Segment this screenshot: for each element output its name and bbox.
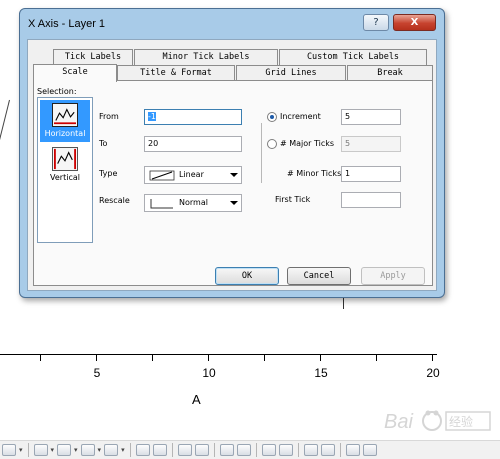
align-left-icon[interactable]	[135, 444, 150, 456]
plot-data-line	[0, 99, 10, 151]
first-tick-field[interactable]	[341, 192, 401, 208]
toolbar-pattern-button[interactable]	[57, 444, 72, 456]
selection-item-horizontal[interactable]: Horizontal	[40, 100, 90, 142]
toolbar-separator	[129, 443, 131, 457]
x-axis-line	[0, 354, 437, 355]
x-axis-tick-5	[96, 354, 97, 361]
chevron-down-icon[interactable]: ▾	[19, 446, 23, 454]
to-field[interactable]: 20	[144, 136, 242, 152]
distribute-horizontal-icon[interactable]	[261, 444, 276, 456]
dialog-titlebar[interactable]: X Axis - Layer 1 ? X	[20, 9, 444, 39]
first-tick-label: First Tick	[275, 195, 311, 204]
minor-ticks-field[interactable]: 1	[341, 166, 401, 182]
help-button[interactable]: ?	[363, 14, 389, 31]
svg-text:经验: 经验	[449, 414, 473, 429]
dialog-client-area: Tick Labels Minor Tick Labels Custom Tic…	[27, 39, 437, 291]
from-label: From	[99, 112, 119, 121]
svg-text:Bai: Bai	[384, 411, 413, 433]
toolbar-separator	[171, 443, 173, 457]
toolbar-separator	[339, 443, 341, 457]
linear-scale-icon	[149, 170, 175, 181]
align-top-icon[interactable]	[177, 444, 192, 456]
chevron-down-icon[interactable]: ▾	[74, 446, 78, 454]
increment-label: Increment	[280, 112, 321, 121]
toolbar-table-button[interactable]	[80, 444, 95, 456]
tab-title-format[interactable]: Title & Format	[117, 65, 235, 81]
major-ticks-label: # Major Ticks	[280, 139, 335, 148]
toolbar-fill-color-button[interactable]	[33, 444, 48, 456]
tab-custom-tick-labels[interactable]: Custom Tick Labels	[279, 49, 427, 65]
group-icon[interactable]	[345, 444, 360, 456]
increment-field[interactable]: 5	[341, 109, 401, 125]
rescale-value: Normal	[179, 198, 208, 207]
normal-rescale-icon	[150, 199, 173, 209]
major-ticks-radio[interactable]	[267, 139, 277, 149]
bring-front-icon[interactable]	[303, 444, 318, 456]
x-tick-label: 15	[314, 366, 328, 380]
type-value: Linear	[179, 170, 204, 179]
align-bottom-icon[interactable]	[194, 444, 209, 456]
x-axis-tick-10	[208, 354, 209, 361]
align-middle-icon[interactable]	[236, 444, 251, 456]
column-divider	[261, 123, 262, 183]
chevron-down-icon[interactable]: ▾	[121, 446, 125, 454]
cancel-button[interactable]: Cancel	[287, 267, 351, 285]
selection-list[interactable]: Horizontal Vertical	[37, 97, 93, 243]
increment-radio[interactable]	[267, 112, 277, 122]
major-ticks-field[interactable]: 5	[341, 136, 401, 152]
x-tick-label: 20	[426, 366, 440, 380]
x-axis-tick-15	[320, 354, 321, 361]
align-right-icon[interactable]	[152, 444, 167, 456]
ok-button[interactable]: OK	[215, 267, 279, 285]
toolbar-separator	[255, 443, 257, 457]
align-center-icon[interactable]	[219, 444, 234, 456]
horizontal-axis-icon	[52, 103, 78, 127]
x-axis-minor-tick	[376, 354, 377, 361]
minor-ticks-label: # Minor Ticks	[287, 169, 342, 178]
selection-item-label: Vertical	[50, 173, 80, 182]
vertical-axis-icon	[52, 147, 78, 171]
chevron-down-icon[interactable]: ▾	[98, 446, 102, 454]
x-axis-dialog: X Axis - Layer 1 ? X Tick Labels Minor T…	[19, 8, 445, 298]
x-tick-label: 5	[93, 366, 101, 380]
x-axis-minor-tick	[264, 354, 265, 361]
apply-button[interactable]: Apply	[361, 267, 425, 285]
toolbar-layer-button[interactable]	[104, 444, 119, 456]
selection-item-label: Horizontal	[44, 129, 86, 138]
send-back-icon[interactable]	[320, 444, 335, 456]
chevron-down-icon[interactable]: ▾	[51, 446, 55, 454]
tab-scale[interactable]: Scale	[33, 64, 117, 82]
x-axis-tick-20	[432, 354, 433, 361]
toolbar-separator	[213, 443, 215, 457]
x-axis-minor-tick	[40, 354, 41, 361]
selection-caption: Selection:	[37, 87, 77, 96]
dialog-title: X Axis - Layer 1	[28, 18, 106, 30]
type-select[interactable]: Linear	[144, 166, 242, 184]
baidu-watermark-logo: Bai 经验	[384, 410, 491, 433]
ungroup-icon[interactable]	[362, 444, 377, 456]
toolbar-separator	[27, 443, 29, 457]
bottom-toolbar: ▾ ▾ ▾ ▾ ▾	[0, 440, 500, 459]
x-axis-title: A	[192, 392, 201, 407]
tab-tick-labels[interactable]: Tick Labels	[53, 49, 133, 65]
distribute-vertical-icon[interactable]	[278, 444, 293, 456]
chevron-down-icon	[230, 201, 238, 205]
toolbar-grid-button[interactable]	[2, 444, 16, 456]
toolbar-separator	[297, 443, 299, 457]
from-field[interactable]: -1	[144, 109, 242, 125]
rescale-select[interactable]: Normal	[144, 194, 242, 212]
tab-minor-tick-labels[interactable]: Minor Tick Labels	[134, 49, 278, 65]
close-button[interactable]: X	[393, 14, 436, 31]
to-label: To	[99, 139, 108, 148]
from-value: -1	[148, 112, 156, 121]
x-tick-label: 10	[202, 366, 216, 380]
chevron-down-icon	[230, 173, 238, 177]
rescale-label: Rescale	[99, 196, 130, 205]
scale-tab-panel: Selection: Horizontal Vertical From -1 T…	[33, 80, 433, 286]
tab-grid-lines[interactable]: Grid Lines	[236, 65, 346, 81]
type-label: Type	[99, 169, 118, 178]
tab-break[interactable]: Break	[347, 65, 433, 81]
x-axis-minor-tick	[152, 354, 153, 361]
selection-item-vertical[interactable]: Vertical	[40, 144, 90, 186]
